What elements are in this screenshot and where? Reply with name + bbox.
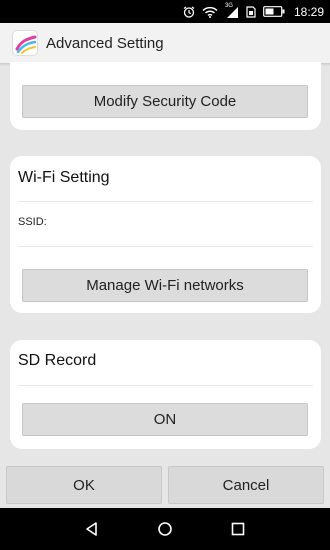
page-title: Advanced Setting [46, 34, 164, 52]
recents-icon[interactable] [218, 508, 258, 550]
status-icons: 3G 18:29 [183, 0, 324, 23]
manage-wifi-networks-button[interactable]: Manage Wi-Fi networks [22, 269, 308, 302]
sim-icon [246, 5, 256, 18]
alarm-icon [183, 6, 195, 18]
security-card: Modify Security Code [10, 62, 321, 130]
signal-3g-icon: 3G [225, 3, 239, 19]
sd-record-heading: SD Record [18, 352, 97, 369]
ssid-label: SSID: [18, 216, 47, 228]
back-icon[interactable] [72, 508, 112, 550]
status-time: 18:29 [293, 4, 324, 19]
wifi-setting-card: Wi-Fi Setting SSID: Manage Wi-Fi network… [10, 156, 321, 313]
home-icon[interactable] [145, 508, 185, 550]
divider [18, 201, 313, 202]
divider [18, 246, 313, 247]
sd-record-card: SD Record ON [10, 340, 321, 449]
modify-security-code-button[interactable]: Modify Security Code [22, 85, 308, 118]
battery-icon [263, 6, 285, 17]
status-bar: 3G 18:29 [0, 0, 330, 23]
title-bar: Advanced Setting [0, 23, 330, 63]
wifi-setting-heading: Wi-Fi Setting [18, 169, 110, 186]
cancel-button[interactable]: Cancel [168, 466, 324, 504]
app-logo-icon [12, 30, 38, 56]
navigation-bar [0, 508, 330, 550]
sd-record-toggle-button[interactable]: ON [22, 403, 308, 436]
ok-button[interactable]: OK [6, 466, 162, 504]
wifi-icon [202, 6, 218, 18]
divider [18, 385, 313, 386]
